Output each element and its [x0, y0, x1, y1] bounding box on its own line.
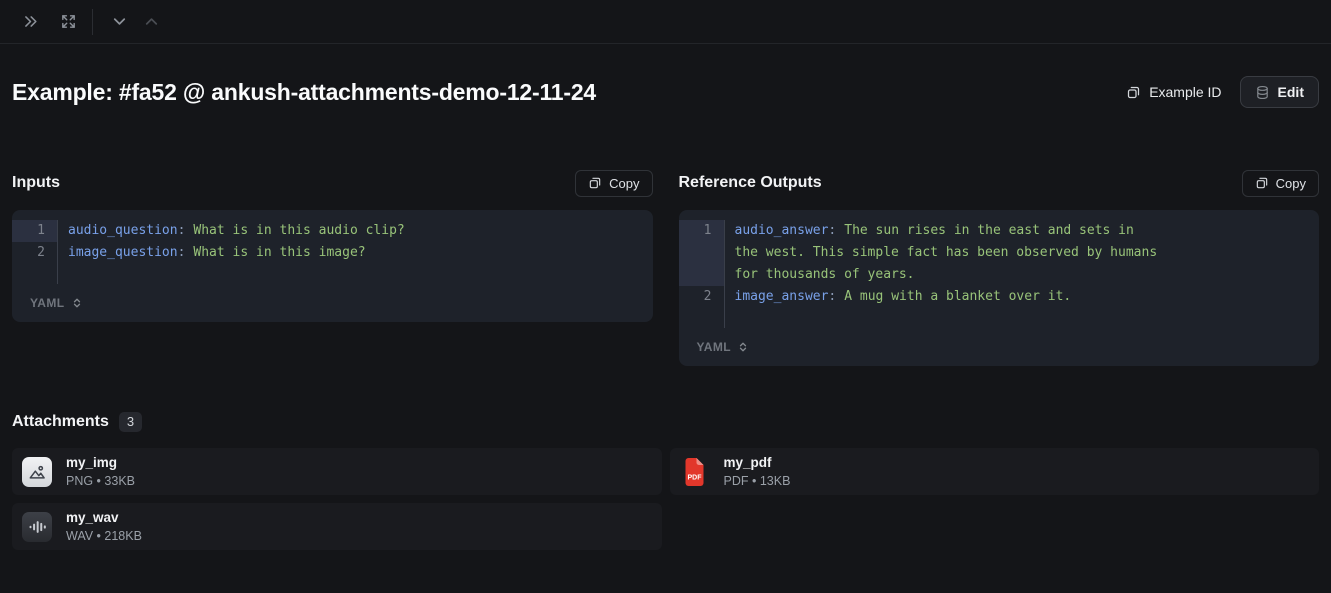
edit-button[interactable]: Edit — [1240, 76, 1319, 108]
page-header: Example: #fa52 @ ankush-attachments-demo… — [0, 76, 1331, 108]
language-label: YAML — [697, 340, 732, 354]
collapse-panel-button[interactable] — [14, 6, 46, 38]
previous-example-button[interactable] — [135, 6, 167, 38]
inputs-code-viewer: 1 audio_question: What is in this audio c… — [12, 210, 653, 322]
line-number: 2 — [679, 286, 725, 308]
attachment-name: my_img — [66, 453, 135, 472]
copy-icon — [588, 176, 602, 190]
attachment-my-img[interactable]: my_img PNG • 33KB — [12, 448, 662, 495]
reference-outputs-panel: Reference Outputs Copy 1 audio_answer:Th… — [679, 168, 1320, 366]
yaml-key: audio_answer — [735, 223, 829, 238]
yaml-value: What is in this image? — [193, 245, 365, 260]
yaml-colon: : — [828, 289, 836, 304]
double-chevron-right-icon — [22, 13, 39, 30]
inputs-panel: Inputs Copy 1 audio_question: What is in … — [12, 168, 653, 322]
reference-outputs-title: Reference Outputs — [679, 174, 822, 192]
yaml-value: A mug with a blanket over it. — [844, 289, 1071, 304]
edit-label: Edit — [1278, 84, 1304, 100]
code-line: audio_question: What is in this audio cli… — [58, 220, 504, 242]
code-spacer — [725, 308, 1320, 328]
code-spacer — [58, 264, 653, 284]
attachment-my-wav[interactable]: my_wav WAV • 218KB — [12, 503, 662, 550]
line-number: 1 — [12, 220, 58, 242]
example-id-label: Example ID — [1149, 84, 1221, 100]
attachment-meta: PNG • 33KB — [66, 472, 135, 490]
maximize-icon — [60, 13, 77, 30]
copy-icon — [1126, 85, 1141, 100]
code-line: audio_answer:The sun rises in the east a… — [725, 220, 1171, 286]
language-select[interactable]: YAML — [679, 336, 1320, 358]
code-line: image_answer: A mug with a blanket over i… — [725, 286, 1171, 308]
yaml-colon: : — [178, 223, 186, 238]
attachments-title: Attachments — [12, 413, 109, 431]
language-label: YAML — [30, 296, 65, 310]
chevron-down-icon — [110, 12, 129, 31]
audio-waveform-icon — [22, 512, 52, 542]
database-icon — [1255, 85, 1270, 100]
copy-inputs-button[interactable]: Copy — [575, 170, 652, 197]
yaml-value: What is in this audio clip? — [193, 223, 404, 238]
pdf-file-icon: PDF — [680, 457, 710, 487]
attachment-name: my_wav — [66, 508, 142, 527]
copy-example-id-button[interactable]: Example ID — [1126, 84, 1221, 100]
chevron-up-down-icon — [71, 297, 83, 309]
code-line: image_question: What is in this image? — [58, 242, 504, 264]
example-panels: Inputs Copy 1 audio_question: What is in … — [0, 168, 1331, 366]
attachment-meta: WAV • 218KB — [66, 527, 142, 545]
yaml-colon: : — [178, 245, 186, 260]
top-toolbar — [0, 0, 1331, 44]
attachments-section: Attachments 3 my_img PNG • 33KB PDF — [0, 412, 1331, 550]
yaml-key: image_answer — [735, 289, 829, 304]
copy-outputs-button[interactable]: Copy — [1242, 170, 1319, 197]
next-example-button[interactable] — [103, 6, 135, 38]
image-icon — [22, 457, 52, 487]
yaml-key: audio_question — [68, 223, 178, 238]
gutter-spacer — [679, 308, 725, 328]
copy-label: Copy — [609, 176, 639, 191]
attachment-meta: PDF • 13KB — [724, 472, 791, 490]
copy-label: Copy — [1276, 176, 1306, 191]
gutter-spacer — [12, 264, 58, 284]
attachments-count-badge: 3 — [119, 412, 142, 432]
attachment-name: my_pdf — [724, 453, 791, 472]
outputs-code-viewer: 1 audio_answer:The sun rises in the east… — [679, 210, 1320, 366]
page-title: Example: #fa52 @ ankush-attachments-demo… — [12, 79, 596, 106]
yaml-colon: : — [828, 223, 836, 238]
chevron-up-icon — [142, 12, 161, 31]
line-number: 2 — [12, 242, 58, 264]
inputs-title: Inputs — [12, 174, 60, 192]
attachment-my-pdf[interactable]: PDF my_pdf PDF • 13KB — [670, 448, 1320, 495]
line-number: 1 — [679, 220, 725, 286]
copy-icon — [1255, 176, 1269, 190]
expand-fullscreen-button[interactable] — [52, 6, 84, 38]
toolbar-divider — [92, 9, 93, 35]
language-select[interactable]: YAML — [12, 292, 653, 314]
pdf-icon-label: PDF — [688, 474, 703, 481]
yaml-key: image_question — [68, 245, 178, 260]
chevron-up-down-icon — [737, 341, 749, 353]
